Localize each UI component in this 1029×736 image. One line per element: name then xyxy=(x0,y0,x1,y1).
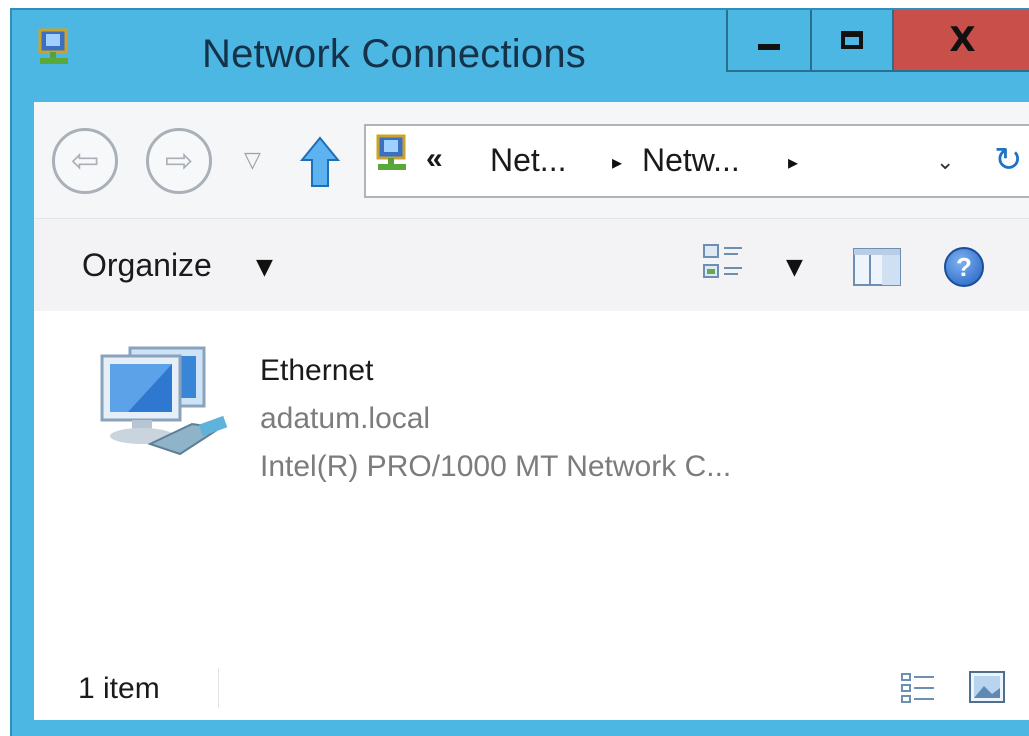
organize-dropdown-icon[interactable]: ▼ xyxy=(256,255,273,280)
network-adapter-icon xyxy=(100,346,228,456)
maximize-icon xyxy=(841,31,863,49)
refresh-icon[interactable]: ↻ xyxy=(994,140,1023,180)
maximize-button[interactable] xyxy=(810,10,892,72)
preview-pane-icon[interactable] xyxy=(852,247,902,287)
views-dropdown-icon[interactable]: ▼ xyxy=(786,255,803,280)
window-content: ⇦ ⇨ ▽ « Net... ▸ Netw... ▸ ⌄ ↻ Organize … xyxy=(34,102,1029,720)
close-button[interactable]: X xyxy=(892,10,1029,72)
back-arrow-icon: ⇦ xyxy=(70,141,100,181)
command-bar: Organize ▼ ▼ ? xyxy=(34,219,1029,311)
network-connections-icon xyxy=(38,28,68,64)
status-divider xyxy=(218,668,219,708)
navigation-bar: ⇦ ⇨ ▽ « Net... ▸ Netw... ▸ ⌄ ↻ xyxy=(34,102,1029,219)
breadcrumb-overflow[interactable]: « xyxy=(426,142,443,176)
breadcrumb-item[interactable]: Net... xyxy=(490,142,566,179)
window-title: Network Connections xyxy=(202,32,586,76)
address-dropdown-icon[interactable]: ⌄ xyxy=(936,150,954,175)
recent-locations-button[interactable]: ▽ xyxy=(244,148,261,173)
network-connections-icon xyxy=(376,134,406,170)
title-bar[interactable]: Network Connections X xyxy=(12,10,1029,100)
forward-button[interactable]: ⇨ xyxy=(146,128,212,194)
list-item-ethernet[interactable]: Ethernet adatum.local Intel(R) PRO/1000 … xyxy=(88,336,828,486)
breadcrumb-separator-icon[interactable]: ▸ xyxy=(788,150,798,175)
file-list: Ethernet adatum.local Intel(R) PRO/1000 … xyxy=(34,312,1029,652)
breadcrumb-item[interactable]: Netw... xyxy=(642,142,740,179)
item-count: 1 item xyxy=(78,672,160,705)
minimize-button[interactable] xyxy=(726,10,810,72)
item-device: Intel(R) PRO/1000 MT Network C... xyxy=(260,450,732,483)
close-icon: X xyxy=(949,20,976,60)
item-name: Ethernet xyxy=(260,354,374,387)
organize-button[interactable]: Organize xyxy=(82,247,212,284)
help-icon[interactable]: ? xyxy=(944,247,984,287)
large-icons-view-icon[interactable] xyxy=(968,670,1006,704)
change-view-icon[interactable] xyxy=(702,241,746,285)
forward-arrow-icon: ⇨ xyxy=(164,141,194,181)
item-network: adatum.local xyxy=(260,402,431,435)
details-view-icon[interactable] xyxy=(900,670,936,706)
address-bar[interactable]: « Net... ▸ Netw... ▸ ⌄ ↻ xyxy=(364,124,1029,198)
back-button[interactable]: ⇦ xyxy=(52,128,118,194)
explorer-window: Network Connections X ⇦ ⇨ ▽ « Net... ▸ N… xyxy=(10,8,1029,736)
minimize-icon xyxy=(758,44,780,50)
status-bar: 1 item xyxy=(34,654,1029,720)
breadcrumb-separator-icon[interactable]: ▸ xyxy=(612,150,622,175)
up-arrow-icon[interactable] xyxy=(300,136,340,188)
